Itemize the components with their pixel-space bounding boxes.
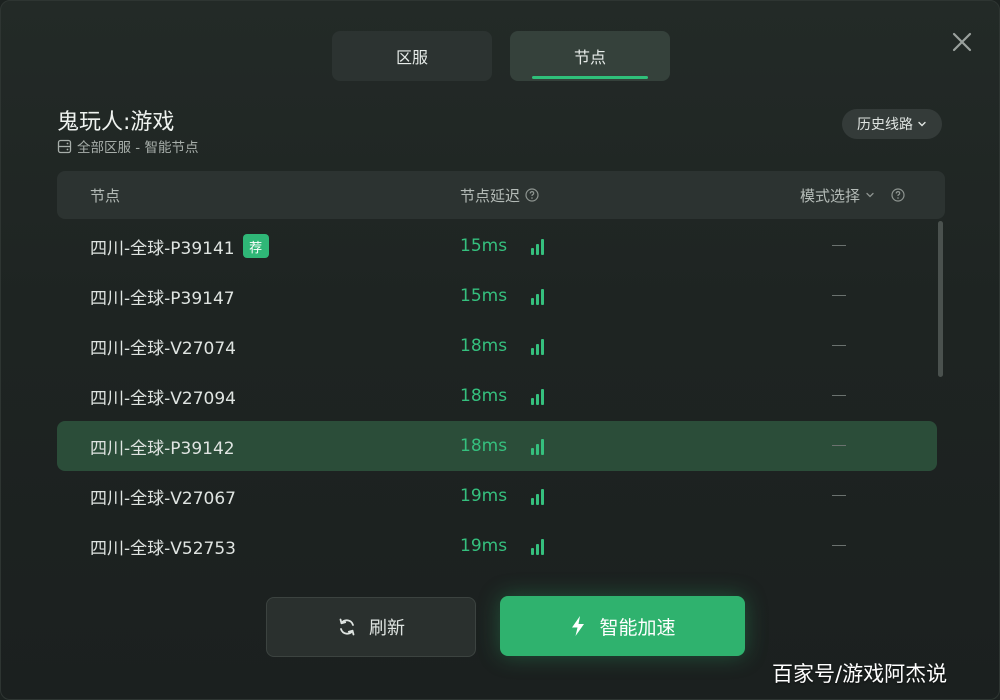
node-row[interactable]: 四川-全球-V52753 19ms: [57, 521, 937, 571]
node-latency: 18ms: [460, 436, 508, 456]
tab-node[interactable]: 节点: [510, 31, 670, 81]
refresh-button[interactable]: 刷新: [266, 597, 476, 657]
node-mode-placeholder[interactable]: [832, 295, 846, 296]
node-name-cell: 四川-全球-V52753: [90, 521, 236, 571]
node-latency: 19ms: [460, 486, 508, 506]
node-row[interactable]: 四川-全球-P39142 18ms: [57, 421, 937, 471]
node-name: 四川-全球-P39147: [90, 288, 235, 309]
signal-bars-icon: [531, 339, 544, 355]
node-name: 四川-全球-V52753: [90, 538, 236, 559]
node-mode-placeholder[interactable]: [832, 445, 846, 446]
tab-node-label: 节点: [573, 48, 606, 67]
node-mode-placeholder[interactable]: [832, 245, 846, 246]
node-name-cell: 四川-全球-V27067: [90, 471, 236, 521]
node-mode-placeholder[interactable]: [832, 395, 846, 396]
refresh-icon: [339, 618, 355, 636]
lightning-icon: [572, 616, 585, 636]
scrollbar-thumb[interactable]: [938, 221, 943, 377]
game-title: 鬼玩人:游戏: [57, 110, 175, 135]
recommended-badge: 荐: [242, 234, 269, 258]
node-row[interactable]: 四川-全球-P39147 15ms: [57, 271, 937, 321]
node-latency: 19ms: [460, 536, 508, 556]
history-route-button[interactable]: 历史线路: [842, 109, 942, 139]
signal-bars-icon: [531, 239, 544, 255]
node-name: 四川-全球-V27067: [90, 488, 236, 509]
column-latency-label: 节点延迟: [460, 186, 521, 205]
region-subtitle-text: 全部区服 - 智能节点: [77, 140, 199, 156]
node-name-cell: 四川-全球-P39141 荐: [90, 221, 269, 271]
tab-region-label: 区服: [395, 48, 428, 67]
node-row[interactable]: 四川-全球-V27094 18ms: [57, 371, 937, 421]
node-name: 四川-全球-P39141: [90, 238, 235, 259]
node-mode-placeholder[interactable]: [832, 345, 846, 346]
node-latency: 15ms: [460, 286, 508, 306]
node-latency: 15ms: [460, 236, 508, 256]
node-name-cell: 四川-全球-V27074: [90, 321, 236, 371]
table-header: 节点 节点延迟 模式选择: [57, 171, 945, 219]
node-latency: 18ms: [460, 336, 508, 356]
node-name: 四川-全球-P39142: [90, 438, 235, 459]
signal-bars-icon: [531, 289, 544, 305]
node-name: 四川-全球-V27074: [90, 338, 236, 359]
chevron-down-icon: [918, 121, 926, 127]
close-button[interactable]: [949, 29, 975, 55]
node-name-cell: 四川-全球-P39147: [90, 271, 235, 321]
node-mode-placeholder[interactable]: [832, 545, 846, 546]
signal-bars-icon: [531, 439, 544, 455]
node-name-cell: 四川-全球-V27094: [90, 371, 236, 421]
signal-bars-icon: [531, 389, 544, 405]
smart-boost-label: 智能加速: [599, 616, 676, 639]
tab-region[interactable]: 区服: [332, 31, 492, 81]
node-row[interactable]: 四川-全球-V27067 19ms: [57, 471, 937, 521]
column-mode-label: 模式选择: [800, 186, 861, 205]
column-node-label: 节点: [90, 186, 121, 205]
signal-bars-icon: [531, 539, 544, 555]
node-latency: 18ms: [460, 386, 508, 406]
chevron-down-icon: [866, 192, 874, 198]
signal-bars-icon: [531, 489, 544, 505]
refresh-label: 刷新: [369, 618, 405, 639]
node-row[interactable]: 四川-全球-V27074 18ms: [57, 321, 937, 371]
node-row[interactable]: 四川-全球-P39141 荐 15ms: [57, 221, 937, 271]
help-circle-icon[interactable]: [525, 188, 539, 202]
region-subtitle: 全部区服 - 智能节点: [57, 136, 198, 156]
active-tab-indicator: [532, 76, 648, 79]
column-node: 节点: [90, 171, 120, 219]
node-mode-placeholder[interactable]: [832, 495, 846, 496]
watermark: 百家号/游戏阿杰说: [772, 662, 948, 686]
node-name: 四川-全球-V27094: [90, 388, 236, 409]
node-selection-dialog: 区服 节点 鬼玩人:游戏 全部区服 - 智能节点 历史线路 节点 节点延迟 模式…: [0, 0, 1000, 700]
help-circle-icon[interactable]: [891, 188, 905, 202]
close-icon: [952, 32, 972, 52]
history-route-label: 历史线路: [857, 117, 913, 133]
smart-boost-button[interactable]: 智能加速: [500, 596, 745, 656]
column-mode[interactable]: 模式选择: [800, 171, 905, 219]
node-list: 四川-全球-P39141 荐 15ms 四川-全球-P39147 15ms 四川-全球-V…: [57, 221, 937, 571]
column-latency: 节点延迟: [460, 171, 539, 219]
node-name-cell: 四川-全球-P39142: [90, 421, 235, 471]
server-icon: [57, 139, 72, 153]
